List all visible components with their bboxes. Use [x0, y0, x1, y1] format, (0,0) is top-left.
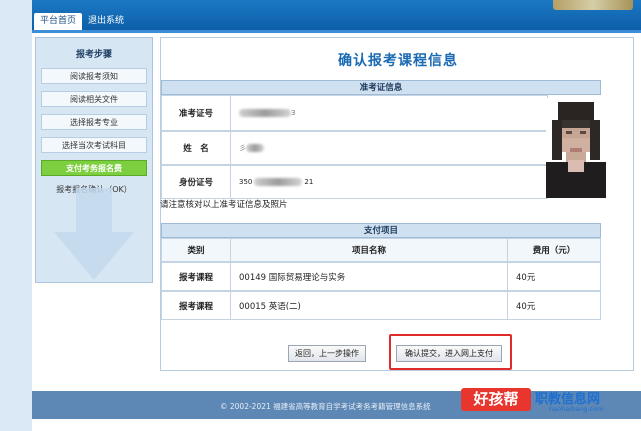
header-decoration: [553, 0, 633, 10]
redacted-ticket-number: [239, 109, 291, 117]
tab-logout[interactable]: 退出系统: [82, 13, 130, 30]
col-fee-header: 费用（元）: [507, 238, 601, 262]
step-read-files[interactable]: 阅读相关文件: [41, 91, 147, 107]
col-category-header: 类别: [161, 238, 231, 262]
down-arrow-icon: [54, 188, 134, 280]
ticket-section-header: 准考证信息: [161, 80, 601, 95]
id-number-suffix: 21: [304, 178, 314, 186]
name-value: 彡: [230, 131, 548, 165]
submit-payment-button[interactable]: 确认提交，进入网上支付: [396, 345, 502, 362]
nav-divider: [32, 30, 641, 33]
name-label: 姓 名: [161, 131, 231, 165]
payment-section-header: 支付项目: [161, 223, 601, 238]
ticket-number-value: 3: [230, 95, 548, 131]
step-pay-fee[interactable]: 支付考务报名费: [41, 160, 147, 176]
step-select-major[interactable]: 选择报考专业: [41, 114, 147, 130]
row2-item-name: 00015 英语(二): [230, 291, 508, 320]
redacted-name: [246, 144, 264, 152]
verification-note: 请注意核对以上准考证信息及照片: [160, 200, 288, 210]
row1-item-name: 00149 国际贸易理论与实务: [230, 262, 508, 291]
sidebar-title: 报考步骤: [75, 50, 112, 60]
applicant-photo: [546, 98, 606, 198]
row2-fee: 40元: [507, 291, 601, 320]
top-bar: 平台首页 退出系统: [32, 0, 641, 30]
tab-home[interactable]: 平台首页: [34, 13, 83, 30]
row1-category: 报考课程: [161, 262, 231, 291]
step-read-notice[interactable]: 阅读报考须知: [41, 68, 147, 84]
row1-fee: 40元: [507, 262, 601, 291]
name-prefix: 彡: [239, 144, 246, 152]
watermark-url: haohaibang.com: [549, 405, 604, 413]
ticket-number-label: 准考证号: [161, 95, 231, 131]
col-item-name-header: 项目名称: [230, 238, 508, 262]
page-title: 确认报考课程信息: [338, 53, 458, 69]
step-select-subjects[interactable]: 选择当次考试科目: [41, 137, 147, 153]
watermark-badge: 好孩帮: [461, 388, 531, 411]
redacted-id-number: [254, 178, 303, 186]
row2-category: 报考课程: [161, 291, 231, 320]
id-number-label: 身份证号: [161, 165, 231, 199]
id-number-prefix: 350: [239, 178, 253, 186]
back-button[interactable]: 返回，上一步操作: [288, 345, 366, 362]
id-number-value: 350 21: [230, 165, 548, 199]
sidebar: 报考步骤 阅读报考须知 阅读相关文件 选择报考专业 选择当次考试科目 支付考务报…: [35, 37, 153, 283]
ticket-number-suffix: 3: [291, 109, 296, 117]
footer-copyright: © 2002-2021 福建省高等教育自学考试考务考籍管理信息系统: [220, 402, 431, 411]
